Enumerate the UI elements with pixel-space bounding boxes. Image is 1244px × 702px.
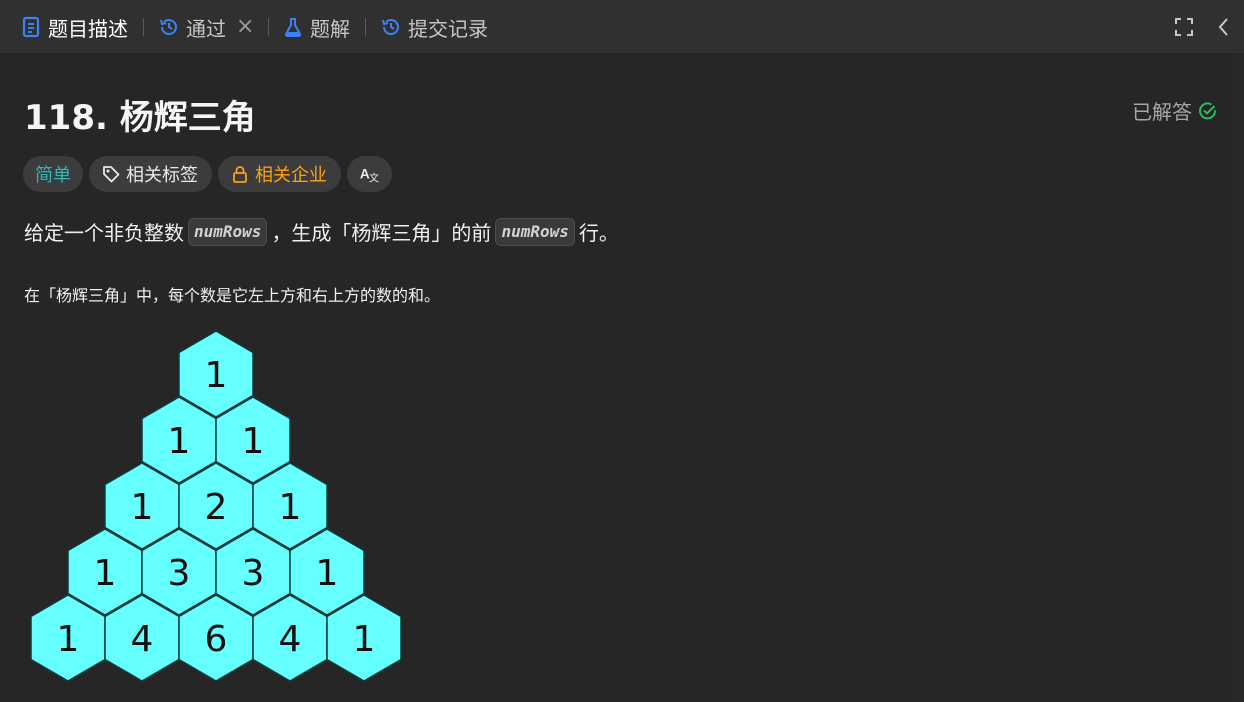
problem-title: 118. 杨辉三角 xyxy=(24,98,256,138)
inline-code: numRows xyxy=(188,217,268,246)
difficulty-badge[interactable]: 简单 xyxy=(23,156,83,192)
tab-label: 题目描述 xyxy=(48,16,128,41)
tab-label: 通过 xyxy=(186,16,226,41)
tab-description[interactable]: 题目描述 xyxy=(20,13,128,41)
tab-label: 题解 xyxy=(310,16,350,41)
related-companies-button[interactable]: 相关企业 xyxy=(218,156,341,192)
related-tags-button[interactable]: 相关标签 xyxy=(89,156,212,192)
pascal-value: 4 xyxy=(131,619,154,660)
pascal-value: 4 xyxy=(279,619,302,660)
translate-icon: A文 xyxy=(359,164,379,184)
pascal-value: 3 xyxy=(242,553,265,594)
translate-button[interactable]: A文 xyxy=(347,156,392,192)
pascal-value: 1 xyxy=(205,355,228,396)
close-icon[interactable]: × xyxy=(236,16,254,38)
tab-divider xyxy=(365,18,366,36)
description-text: 给定一个非负整数 xyxy=(24,221,184,245)
description-text: 行。 xyxy=(578,221,619,245)
document-icon xyxy=(20,16,42,38)
pascal-value: 3 xyxy=(168,553,191,594)
fullscreen-icon[interactable] xyxy=(1172,15,1196,39)
related-tags-label: 相关标签 xyxy=(126,165,198,186)
tab-bar: 题目描述 通过 × 题解 提交记录 xyxy=(0,0,1244,54)
pascal-value: 1 xyxy=(57,619,80,660)
svg-text:文: 文 xyxy=(369,171,379,184)
pascal-value: 1 xyxy=(168,421,191,462)
description-text: ，生成「杨辉三角」的前 xyxy=(271,221,492,245)
chevron-left-icon[interactable] xyxy=(1212,15,1236,39)
difficulty-label: 简单 xyxy=(35,165,71,186)
scrollbar[interactable] xyxy=(1232,54,1244,702)
tab-submissions[interactable]: 提交记录 xyxy=(380,13,488,41)
history-icon xyxy=(158,16,180,38)
flask-icon xyxy=(282,16,304,38)
related-companies-label: 相关企业 xyxy=(255,165,327,186)
pascal-value: 1 xyxy=(242,421,265,462)
pascal-value: 1 xyxy=(131,487,154,528)
problem-explanation: 在「杨辉三角」中，每个数是它左上方和右上方的数的和。 xyxy=(24,286,441,305)
status-label: 已解答 xyxy=(1132,100,1192,124)
pascal-value: 1 xyxy=(353,619,376,660)
tab-solutions[interactable]: 题解 xyxy=(282,13,350,41)
pascal-value: 1 xyxy=(316,553,339,594)
inline-code: numRows xyxy=(495,217,575,246)
pascal-value: 6 xyxy=(205,619,228,660)
pascal-triangle-image: 11 11 2 11 3 3 11 4 6 4 1 xyxy=(30,330,402,682)
solved-status: 已解答 xyxy=(1132,96,1218,125)
tag-icon xyxy=(101,164,121,184)
pascal-value: 1 xyxy=(94,553,117,594)
check-circle-icon xyxy=(1198,101,1218,121)
problem-description: 给定一个非负整数 numRows ，生成「杨辉三角」的前 numRows 行。 xyxy=(24,217,619,246)
pascal-value: 2 xyxy=(205,487,228,528)
lock-icon xyxy=(230,164,250,184)
tab-label: 提交记录 xyxy=(408,16,488,41)
tab-accepted[interactable]: 通过 × xyxy=(158,13,254,41)
history-icon xyxy=(380,16,402,38)
tab-divider xyxy=(268,18,269,36)
pascal-value: 1 xyxy=(279,487,302,528)
tab-divider xyxy=(143,18,144,36)
